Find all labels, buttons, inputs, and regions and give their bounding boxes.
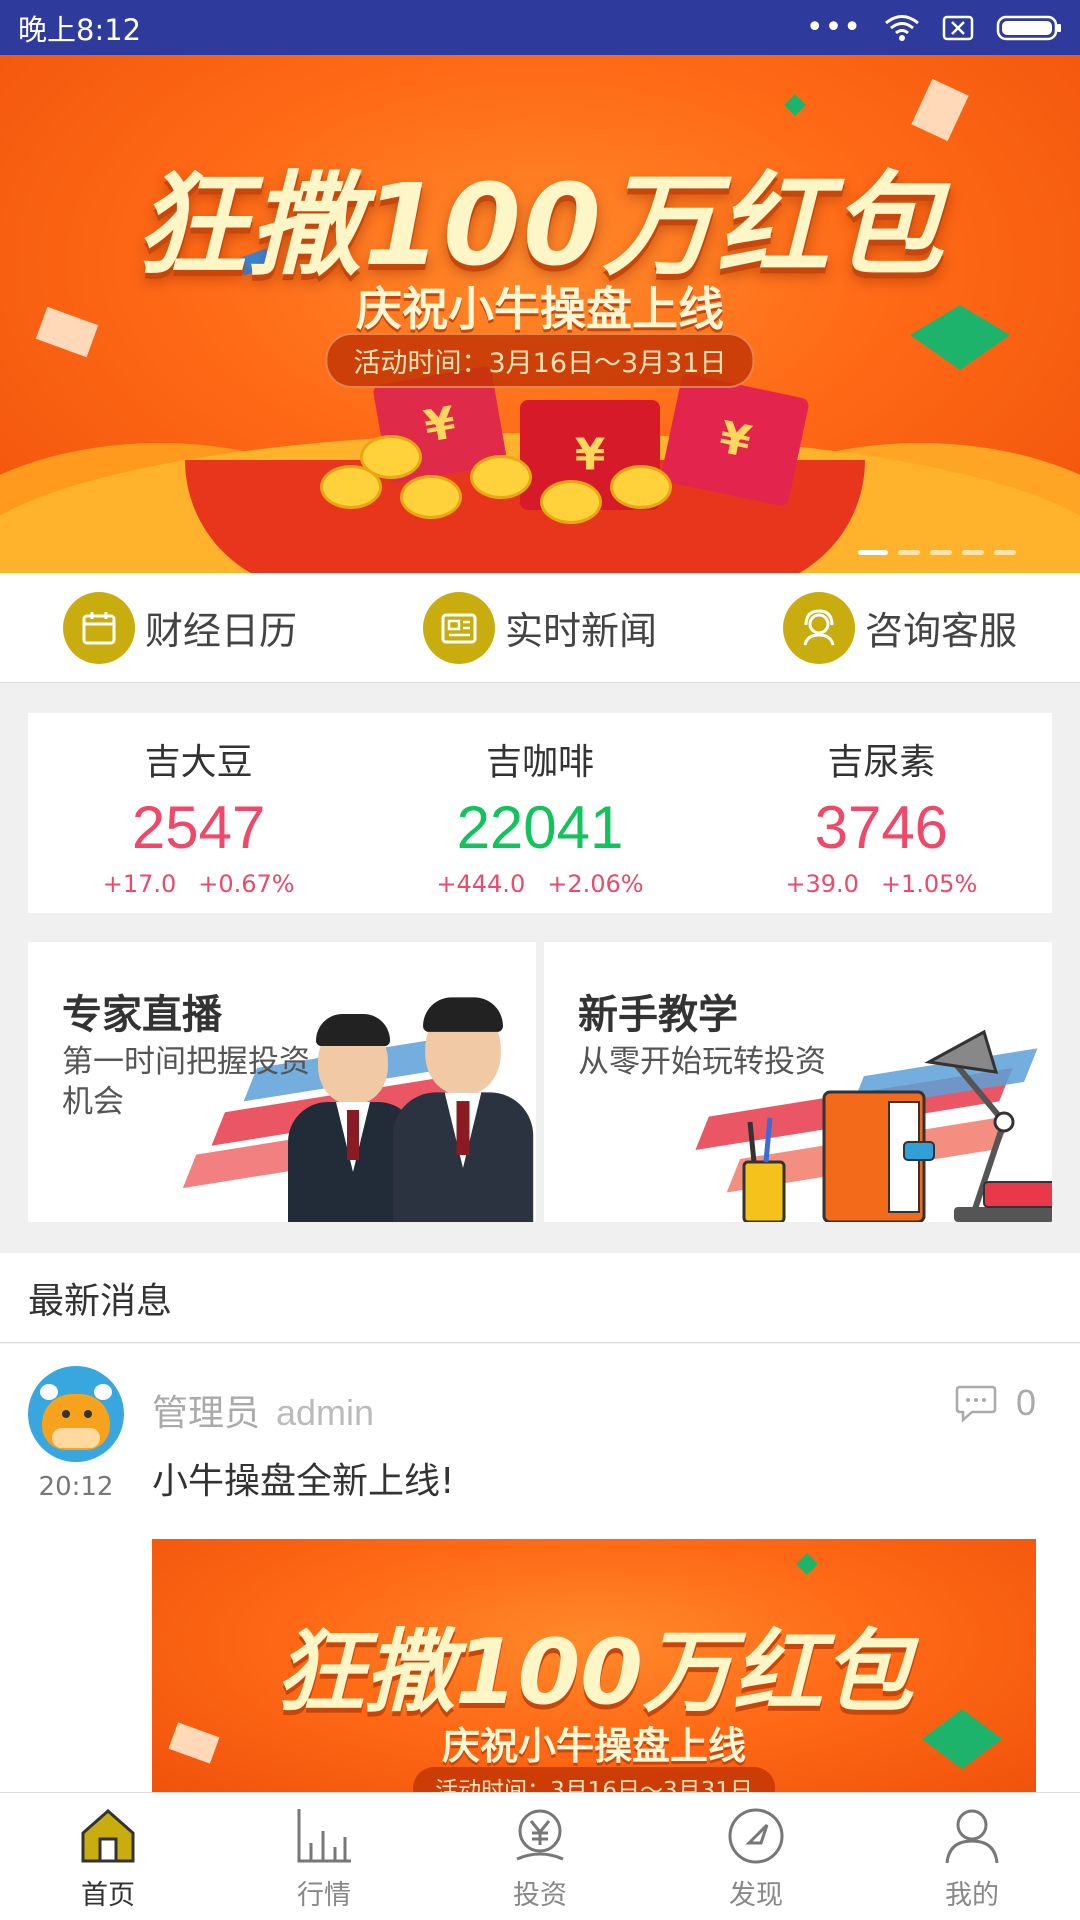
carousel-dot[interactable] <box>930 550 952 555</box>
bottom-nav: 首页 行情 投资 发现 我的 <box>0 1792 1080 1920</box>
expert-live-card[interactable]: 专家直播 第一时间把握投资机会 <box>28 942 536 1222</box>
calendar-icon <box>62 591 135 664</box>
quote-percent: +2.06% <box>547 870 644 898</box>
tab-label: 行情 <box>297 1880 351 1911</box>
banner-subtitle: 庆祝小牛操盘上线 <box>356 282 724 336</box>
wifi-icon <box>885 14 919 41</box>
quote-card[interactable]: 吉大豆 2547 +17.0 +0.67% <box>28 713 369 913</box>
news-text: 小牛操盘全新上线! <box>152 1461 455 1502</box>
quote-name: 吉大豆 <box>144 742 253 783</box>
author-name: 管理员 <box>152 1393 261 1434</box>
news-item[interactable]: 20:12 管理员 admin 0 小牛操盘全新上线! 狂撒100万红包 庆祝小牛… <box>0 1344 1080 1794</box>
carousel-dot[interactable] <box>858 550 888 555</box>
comment-button[interactable]: 0 <box>954 1382 1036 1424</box>
beginner-tutorial-card[interactable]: 新手教学 从零开始玩转投资 <box>544 942 1052 1222</box>
quick-nav-finance-calendar[interactable]: 财经日历 <box>0 591 360 664</box>
news-section-header: 最新消息 <box>0 1253 1080 1343</box>
profile-icon <box>945 1809 999 1864</box>
author-username: admin <box>276 1392 375 1433</box>
status-bar: 晚上8:12 ••• <box>0 0 1080 55</box>
tab-label: 发现 <box>729 1880 783 1911</box>
status-icons: ••• <box>805 9 1062 45</box>
tab-label: 我的 <box>945 1880 999 1911</box>
carousel-dot[interactable] <box>962 550 984 555</box>
quick-nav: 财经日历 实时新闻 咨询客服 <box>0 573 1080 683</box>
tab-label: 投资 <box>513 1880 567 1911</box>
quote-card[interactable]: 吉尿素 3746 +39.0 +1.05% <box>711 713 1052 913</box>
carousel-indicator[interactable] <box>858 550 1016 555</box>
comment-icon <box>955 1385 997 1423</box>
carousel-dot[interactable] <box>994 550 1016 555</box>
quick-nav-label: 财经日历 <box>144 609 297 653</box>
news-image-period: 活动时间：3月16日～3月31日 <box>413 1767 775 1794</box>
invest-yen-icon <box>516 1809 564 1861</box>
promo-desc: 从零开始玩转投资 <box>578 1044 826 1080</box>
quote-name: 吉尿素 <box>827 742 936 783</box>
tab-profile[interactable]: 我的 <box>864 1793 1080 1920</box>
quote-price: 3746 <box>814 794 949 861</box>
quick-nav-label: 咨询客服 <box>864 609 1017 653</box>
avatar[interactable] <box>28 1366 124 1462</box>
tab-home[interactable]: 首页 <box>0 1793 216 1920</box>
quote-percent: +1.05% <box>880 870 978 898</box>
comment-count: 0 <box>1015 1382 1036 1423</box>
quote-price: 2547 <box>131 794 266 861</box>
quote-change: +39.0 <box>785 870 859 898</box>
promo-title: 新手教学 <box>578 992 738 1038</box>
promo-cards: 专家直播 第一时间把握投资机会 新手教学 从零开始玩转投资 <box>28 942 1052 1222</box>
news-section-title: 最新消息 <box>28 1280 173 1322</box>
carousel-dot[interactable] <box>898 550 920 555</box>
news-image-subtitle: 庆祝小牛操盘上线 <box>441 1724 746 1768</box>
market-quotes: 吉大豆 2547 +17.0 +0.67% 吉咖啡 22041 +444.0 +… <box>28 713 1052 913</box>
news-image[interactable]: 狂撒100万红包 庆祝小牛操盘上线 活动时间：3月16日～3月31日 <box>152 1539 1036 1794</box>
home-icon <box>81 1809 135 1863</box>
promo-title: 专家直播 <box>62 992 222 1038</box>
promo-desc: 第一时间把握投资机会 <box>62 1044 310 1120</box>
banner-period: 活动时间：3月16日～3月31日 <box>325 333 755 388</box>
market-chart-icon <box>297 1809 351 1863</box>
quote-change: +17.0 <box>102 870 177 898</box>
news-image-title: 狂撒100万红包 <box>275 1620 913 1725</box>
status-time: 晚上8:12 <box>18 12 142 47</box>
quote-percent: +0.67% <box>198 870 295 898</box>
tab-invest[interactable]: 投资 <box>432 1793 648 1920</box>
tab-market[interactable]: 行情 <box>216 1793 432 1920</box>
newspaper-icon <box>422 591 495 664</box>
quick-nav-customer-service[interactable]: 咨询客服 <box>720 591 1080 664</box>
news-author: 管理员 admin <box>152 1384 374 1436</box>
quote-name: 吉咖啡 <box>485 742 594 783</box>
quote-card[interactable]: 吉咖啡 22041 +444.0 +2.06% <box>369 713 710 913</box>
quick-nav-label: 实时新闻 <box>504 609 657 653</box>
battery-icon <box>996 15 1061 40</box>
more-dots-icon: ••• <box>805 9 862 45</box>
quick-nav-realtime-news[interactable]: 实时新闻 <box>360 591 720 664</box>
discover-compass-icon <box>728 1808 784 1864</box>
tab-label: 首页 <box>81 1880 135 1911</box>
customer-service-icon <box>782 591 855 664</box>
promo-banner[interactable]: ¥ ¥ ¥ 狂撒100万红包 庆祝小牛操盘上线 活动时间：3月16日～3月31日 <box>0 55 1080 573</box>
quote-price: 22041 <box>456 794 624 861</box>
no-sim-icon <box>942 15 974 40</box>
quote-change: +444.0 <box>436 870 526 898</box>
tab-discover[interactable]: 发现 <box>648 1793 864 1920</box>
news-time: 20:12 <box>38 1472 114 1502</box>
